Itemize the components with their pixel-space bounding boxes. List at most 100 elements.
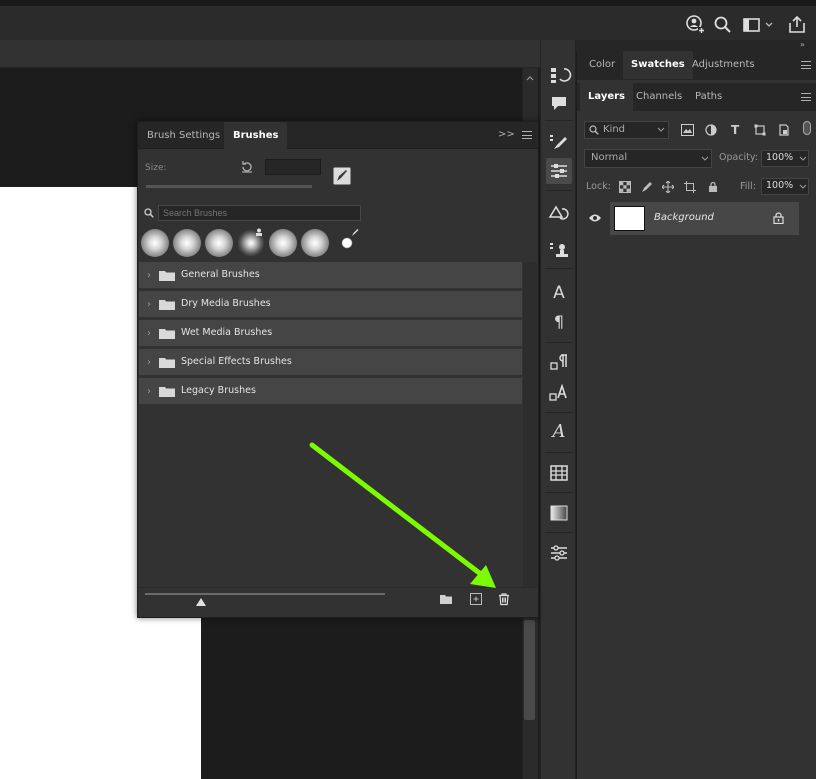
collapse-right-icon[interactable]: » xyxy=(800,40,805,49)
brush-folder-dry-media[interactable]: › Dry Media Brushes xyxy=(139,291,522,318)
character-icon[interactable]: A xyxy=(541,283,577,303)
clone-source-icon[interactable] xyxy=(546,200,572,226)
brush-list-scrollbar[interactable] xyxy=(523,262,537,587)
filter-smart-object-icon[interactable] xyxy=(778,124,790,136)
brush-folder-general[interactable]: › General Brushes xyxy=(139,262,522,289)
scroll-up-icon[interactable] xyxy=(524,72,536,84)
tab-brush-settings[interactable]: Brush Settings xyxy=(138,122,229,149)
brush-tip-preset[interactable] xyxy=(173,229,201,257)
history-icon[interactable] xyxy=(546,62,572,88)
chevron-down-icon[interactable] xyxy=(799,156,807,162)
search-icon[interactable] xyxy=(712,14,734,36)
right-panel-dock: Color Swatches Adjustments Layers Channe… xyxy=(577,51,816,779)
lock-all-icon[interactable] xyxy=(707,181,719,193)
layer-name: Background xyxy=(654,212,714,223)
chevron-down-icon xyxy=(657,127,665,133)
chevron-down-icon[interactable] xyxy=(799,184,807,190)
filter-type-icon[interactable]: T xyxy=(731,123,739,137)
lock-icon[interactable] xyxy=(773,212,784,224)
comments-icon[interactable] xyxy=(546,90,572,116)
brush-folder-wet-media[interactable]: › Wet Media Brushes xyxy=(139,320,522,347)
chevron-down-icon xyxy=(701,156,709,162)
divider xyxy=(545,452,573,453)
paragraph-styles-icon[interactable] xyxy=(546,350,572,376)
brush-tip-preset[interactable] xyxy=(141,229,169,257)
brush-settings-toggle-icon[interactable] xyxy=(333,167,351,185)
filter-adjustment-icon[interactable] xyxy=(705,124,717,136)
brush-folder-legacy[interactable]: › Legacy Brushes xyxy=(139,378,522,405)
timeline-icon[interactable] xyxy=(546,460,572,486)
folder-icon xyxy=(159,328,175,339)
brushes-panel-tabbar: Brush Settings Brushes >> xyxy=(138,122,538,149)
properties-icon[interactable] xyxy=(546,540,572,566)
new-group-icon[interactable] xyxy=(439,592,453,606)
share-icon[interactable] xyxy=(786,14,808,36)
divider xyxy=(545,268,573,269)
filter-kind-value: Kind xyxy=(603,124,626,135)
divider xyxy=(545,342,573,343)
gradients-icon[interactable] xyxy=(546,500,572,526)
chevron-right-icon[interactable]: › xyxy=(147,299,151,310)
tab-brushes[interactable]: Brushes xyxy=(224,122,288,149)
folder-label: Legacy Brushes xyxy=(181,385,256,396)
new-brush-icon[interactable] xyxy=(469,592,483,606)
glyphs-icon[interactable]: A xyxy=(541,421,577,442)
paragraph-icon[interactable]: ¶ xyxy=(541,312,577,331)
dock-collapse-bar[interactable]: « » xyxy=(540,40,816,51)
layer-row-background[interactable]: Background xyxy=(610,202,799,235)
brush-size-field[interactable] xyxy=(265,159,321,175)
filter-shape-icon[interactable] xyxy=(754,124,766,136)
search-brushes-input[interactable] xyxy=(158,205,361,221)
tab-color[interactable]: Color xyxy=(581,51,623,79)
tab-adjustments[interactable]: Adjustments xyxy=(684,51,763,79)
size-slider[interactable] xyxy=(146,185,312,188)
chevron-right-icon[interactable]: › xyxy=(147,270,151,281)
account-add-icon[interactable] xyxy=(684,14,706,36)
panel-menu-icon[interactable] xyxy=(801,61,811,69)
preview-size-slider-knob[interactable] xyxy=(196,598,206,606)
panel-menu-icon[interactable] xyxy=(522,131,532,139)
folder-icon xyxy=(159,357,175,368)
lock-artboard-icon[interactable] xyxy=(684,181,696,193)
character-styles-icon[interactable] xyxy=(546,380,572,406)
opacity-value: 100% xyxy=(766,152,794,163)
chevron-right-icon[interactable]: › xyxy=(147,386,151,397)
search-icon xyxy=(589,125,599,135)
folder-label: Wet Media Brushes xyxy=(181,327,273,338)
brushes-panel: Brush Settings Brushes >> Size: › Genera… xyxy=(137,121,539,618)
lock-transparent-pixels-icon[interactable] xyxy=(619,181,631,193)
brush-presets-icon[interactable] xyxy=(546,130,572,156)
collapse-panel-icon[interactable]: >> xyxy=(498,129,515,140)
app-top-bar xyxy=(0,0,816,40)
brush-settings-icon[interactable] xyxy=(546,158,572,184)
tool-presets-icon[interactable] xyxy=(546,238,572,264)
document-tab-strip xyxy=(0,40,540,68)
eye-visibility-icon[interactable] xyxy=(588,213,602,223)
chevron-right-icon[interactable]: › xyxy=(147,357,151,368)
layers-panel-tabbar: Layers Channels Paths xyxy=(577,83,816,111)
pressure-stamp-icon xyxy=(255,228,263,237)
panel-menu-icon[interactable] xyxy=(801,93,811,101)
canvas-scroll-thumb[interactable] xyxy=(524,620,535,720)
blend-mode-select[interactable]: Normal xyxy=(584,149,712,168)
tab-channels[interactable]: Channels xyxy=(628,83,690,111)
reset-size-icon[interactable] xyxy=(240,160,254,174)
color-panel-tabbar: Color Swatches Adjustments xyxy=(577,51,816,80)
tab-swatches[interactable]: Swatches xyxy=(623,51,693,79)
tab-paths[interactable]: Paths xyxy=(687,83,730,111)
chevron-right-icon[interactable]: › xyxy=(147,328,151,339)
filter-pixel-icon[interactable] xyxy=(681,124,694,136)
lock-position-icon[interactable] xyxy=(662,181,674,193)
filter-toggle-switch[interactable] xyxy=(803,121,811,135)
brush-tip-preset[interactable] xyxy=(301,229,329,257)
brush-tip-preset[interactable] xyxy=(269,229,297,257)
lock-image-pixels-icon[interactable] xyxy=(641,181,653,193)
brush-tip-preset[interactable] xyxy=(205,229,233,257)
divider xyxy=(545,412,573,413)
folder-icon xyxy=(159,386,175,397)
tab-layers[interactable]: Layers xyxy=(580,83,633,111)
delete-brush-icon[interactable] xyxy=(497,592,511,606)
brush-folder-special-effects[interactable]: › Special Effects Brushes xyxy=(139,349,522,376)
workspace-switcher-icon[interactable] xyxy=(742,14,774,36)
preview-size-slider[interactable] xyxy=(145,593,385,595)
